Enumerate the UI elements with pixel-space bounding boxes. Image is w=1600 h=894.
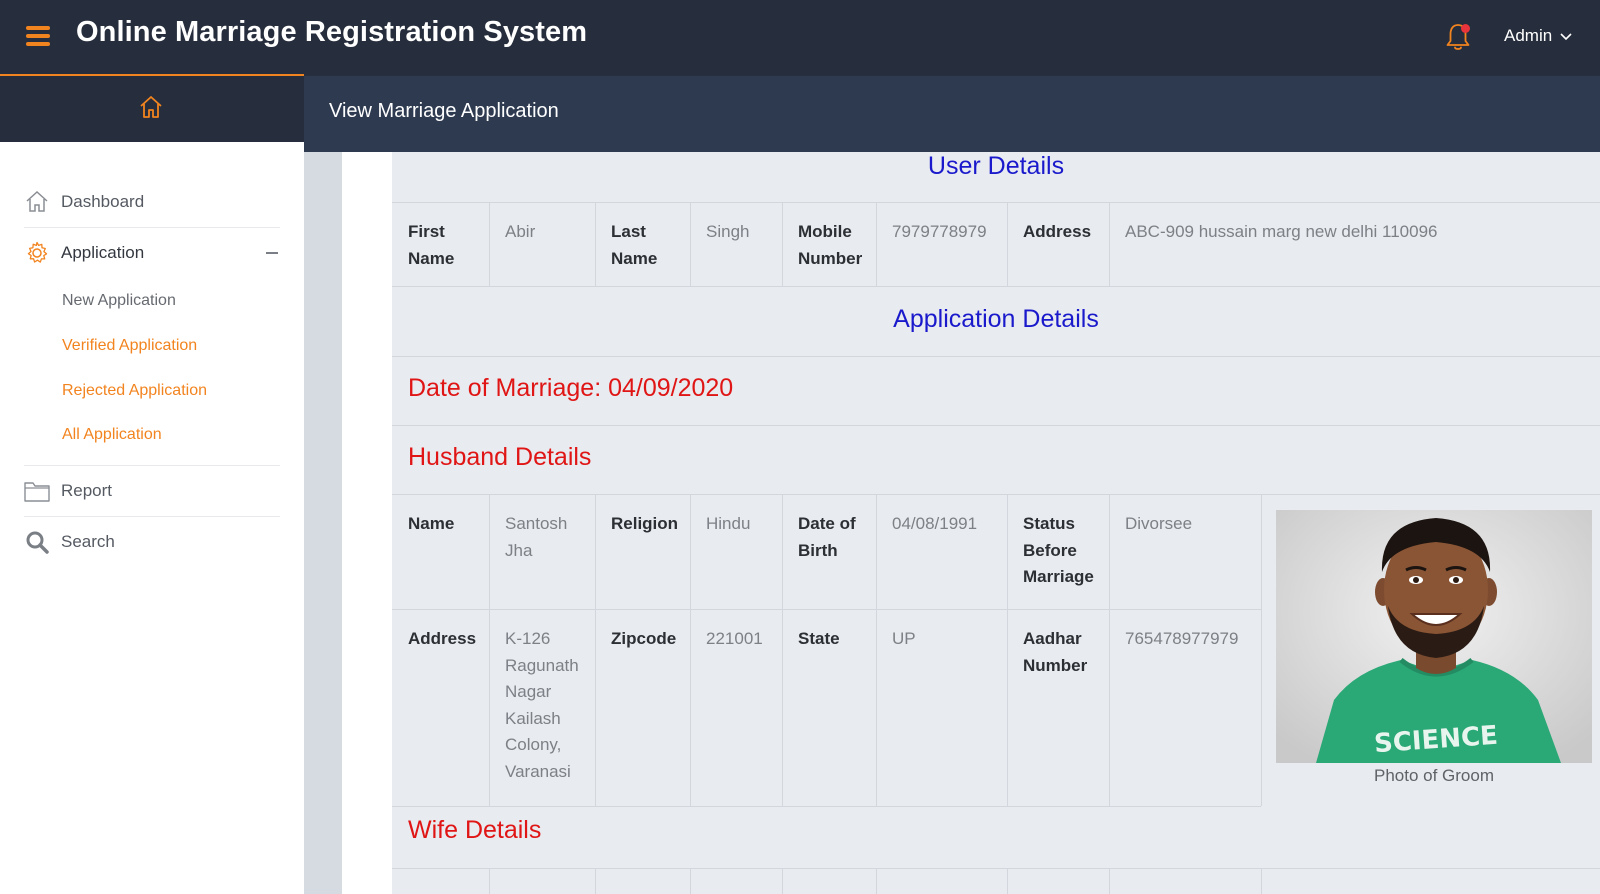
religion-label: Religion: [611, 514, 679, 533]
cell-divider: [1109, 868, 1110, 894]
date-of-birth-label: Date of Birth: [798, 514, 856, 560]
cell-divider: [595, 868, 596, 894]
mobile-number-label: Mobile Number: [798, 222, 863, 268]
status-before-marriage-value: Divorsee: [1125, 514, 1193, 533]
cell-divider: [1109, 494, 1110, 806]
last-name-label: Last Name: [611, 222, 658, 268]
first-name-label: First Name: [408, 222, 455, 268]
admin-user-menu[interactable]: Admin: [1504, 26, 1572, 46]
sidebar-divider: [24, 516, 280, 517]
mobile-number-value: 7979778979: [892, 222, 987, 241]
user-details-heading: User Details: [927, 152, 1065, 180]
home-icon: [24, 189, 50, 215]
sidebar-item-application[interactable]: Application: [24, 230, 280, 276]
hamburger-menu-icon[interactable]: [26, 26, 50, 46]
cell-divider: [1261, 494, 1262, 806]
sidebar-item-search[interactable]: Search: [24, 519, 280, 565]
cell-divider: [690, 868, 691, 894]
home-icon[interactable]: [138, 94, 164, 120]
app-title: Online Marriage Registration System: [76, 16, 588, 48]
sidebar-item-label: Application: [61, 243, 145, 262]
sidebar-divider: [24, 227, 280, 228]
submenu-rejected-application[interactable]: Rejected Application: [62, 382, 207, 400]
last-name-value: Singh: [706, 222, 750, 241]
status-before-marriage-label: Status Before Marriage: [1023, 514, 1094, 586]
cell-divider: [782, 202, 783, 286]
husband-details-heading: Husband Details: [408, 443, 592, 471]
cell-divider: [1007, 494, 1008, 806]
date-of-marriage: Date of Marriage: 04/09/2020: [408, 374, 734, 402]
user-address-value: ABC-909 hussain marg new delhi 110096: [1125, 222, 1438, 241]
row-divider: [392, 356, 1600, 357]
first-name-value: Abir: [505, 222, 536, 241]
chevron-down-icon: [1560, 33, 1572, 41]
row-divider: [392, 425, 1600, 426]
row-divider: [392, 494, 1600, 495]
state-label: State: [798, 629, 840, 648]
date-of-birth-value: 04/08/1991: [892, 514, 978, 533]
husband-address-value: K-126 Ragunath Nagar Kailash Colony, Var…: [505, 629, 579, 781]
cell-divider: [782, 868, 783, 894]
husband-name-value: Santosh Jha: [505, 514, 568, 560]
cell-divider: [1007, 868, 1008, 894]
aadhar-number-label: Aadhar Number: [1023, 629, 1088, 675]
gear-icon: [24, 240, 50, 266]
cell-divider: [489, 868, 490, 894]
state-value: UP: [892, 629, 916, 648]
cell-divider: [690, 202, 691, 286]
sidebar-item-label: Dashboard: [61, 192, 145, 211]
sidebar-item-label: Report: [61, 481, 113, 500]
aadhar-number-value: 765478977979: [1125, 629, 1239, 648]
cell-divider: [595, 494, 596, 806]
row-divider: [392, 609, 1261, 610]
cell-divider: [690, 494, 691, 806]
row-divider: [392, 286, 1600, 287]
sidebar-divider: [24, 465, 280, 466]
cell-divider: [1261, 868, 1262, 894]
groom-photo-illustration: SCIENCE: [1276, 510, 1592, 763]
sidebar-item-label: Search: [61, 532, 115, 551]
page-title: View Marriage Application: [329, 100, 559, 122]
cell-divider: [876, 202, 877, 286]
cell-divider: [489, 202, 490, 286]
admin-label: Admin: [1504, 26, 1553, 45]
row-divider: [392, 806, 1261, 807]
folder-icon: [24, 478, 50, 504]
submenu-verified-application[interactable]: Verified Application: [62, 337, 197, 355]
cell-divider: [1109, 202, 1110, 286]
collapse-minus-icon[interactable]: [266, 252, 278, 254]
wife-details-heading: Wife Details: [408, 816, 542, 844]
application-details-heading: Application Details: [893, 305, 1099, 333]
sidebar-item-report[interactable]: Report: [24, 468, 280, 514]
row-divider: [392, 868, 1600, 869]
sidebar-item-dashboard[interactable]: Dashboard: [24, 179, 280, 225]
submenu-new-application[interactable]: New Application: [62, 292, 176, 310]
submenu-all-application[interactable]: All Application: [62, 426, 162, 444]
groom-photo: SCIENCE: [1276, 510, 1592, 763]
cell-divider: [876, 494, 877, 806]
husband-address-label: Address: [408, 629, 477, 648]
cell-divider: [595, 202, 596, 286]
cell-divider: [489, 494, 490, 806]
religion-value: Hindu: [706, 514, 751, 533]
cell-divider: [876, 868, 877, 894]
row-divider: [392, 202, 1600, 203]
zipcode-label: Zipcode: [611, 629, 677, 648]
cell-divider: [1007, 202, 1008, 286]
search-icon: [24, 529, 50, 555]
user-address-label: Address: [1023, 222, 1092, 241]
groom-photo-caption: Photo of Groom: [1373, 766, 1494, 785]
notification-badge: [1461, 24, 1470, 33]
husband-name-label: Name: [408, 514, 455, 533]
cell-divider: [782, 494, 783, 806]
zipcode-value: 221001: [706, 629, 763, 648]
